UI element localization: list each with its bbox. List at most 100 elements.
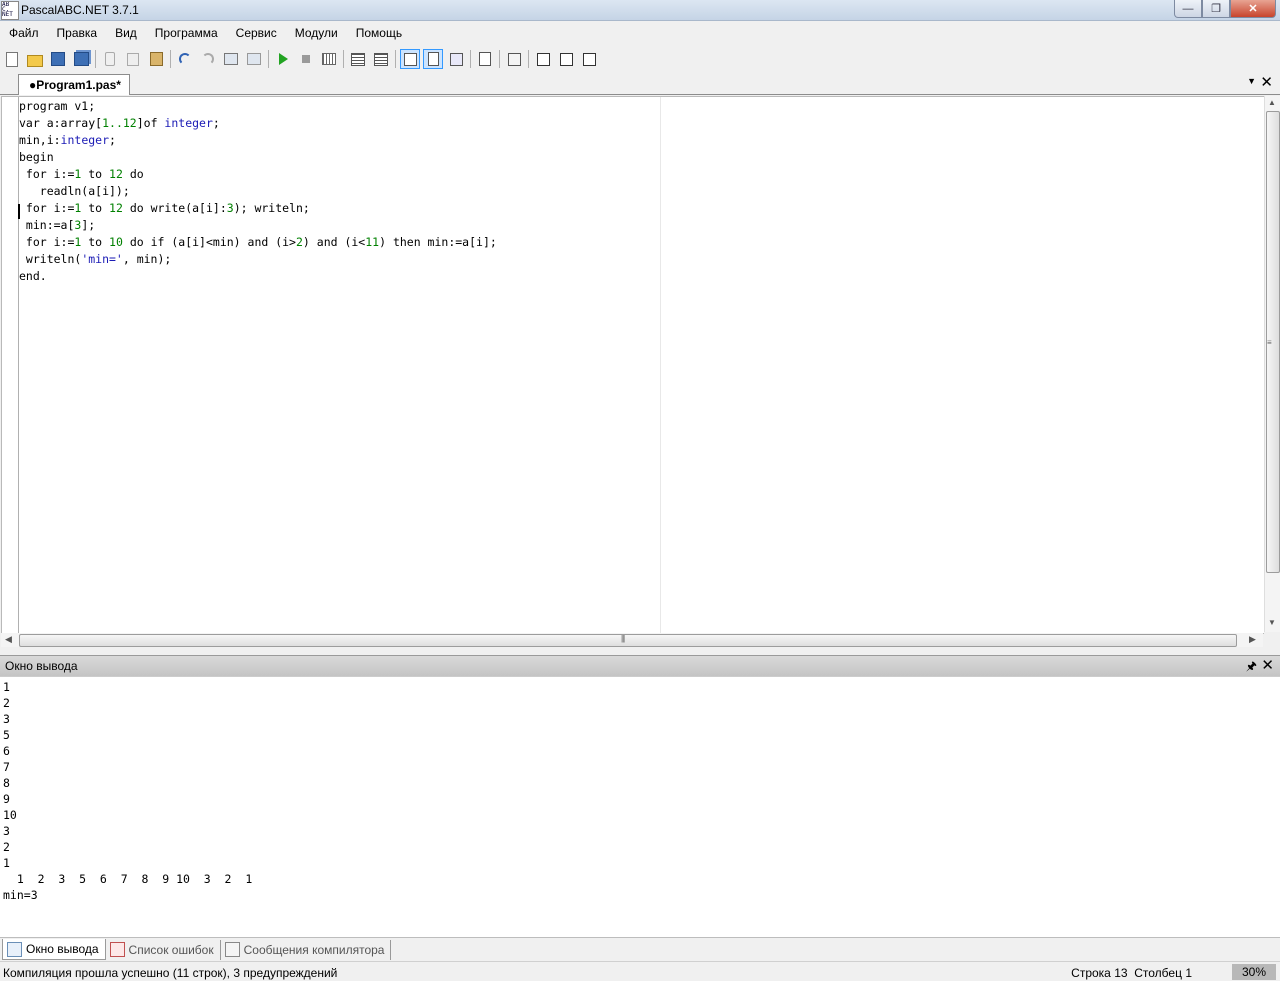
toolbar-separator <box>499 50 500 68</box>
menu-bar: Файл Правка Вид Программа Сервис Модули … <box>0 21 1280 45</box>
output-text: 1 2 3 5 6 7 8 9 10 3 2 1 1 2 3 5 6 7 8 9… <box>3 680 253 902</box>
code-token: begin <box>19 150 54 164</box>
code-token: ]; <box>81 218 96 232</box>
code-token: to <box>81 201 110 215</box>
tab-list-dropdown-icon[interactable]: ▼ <box>1247 76 1256 86</box>
menu-file[interactable]: Файл <box>3 26 48 40</box>
new-file-button[interactable] <box>2 49 22 69</box>
debug-button[interactable] <box>319 49 339 69</box>
run-button[interactable] <box>273 49 293 69</box>
menu-modules[interactable]: Модули <box>289 26 347 40</box>
window-title: PascalABC.NET 3.7.1 <box>21 3 139 17</box>
undo-button[interactable] <box>175 49 195 69</box>
pin-icon[interactable]: 🖈 <box>1246 657 1257 678</box>
code-token: readln(a[i]); <box>19 184 130 198</box>
format-code-button[interactable] <box>446 49 466 69</box>
output-window[interactable]: 1 2 3 5 6 7 8 9 10 3 2 1 1 2 3 5 6 7 8 9… <box>0 676 1280 937</box>
code-line: for i:=1 to 10 do if (a[i]<min) and (i>2… <box>19 234 497 251</box>
tab-program1[interactable]: ●Program1.pas* <box>18 74 130 95</box>
code-line: min:=a[3]; <box>19 217 497 234</box>
editor-gutter <box>2 97 19 633</box>
menu-view[interactable]: Вид <box>109 26 146 40</box>
toolbar-separator <box>170 50 171 68</box>
app-icon: AB C. NET <box>1 1 19 20</box>
code-line: begin <box>19 149 497 166</box>
editor-vertical-scrollbar[interactable]: ▲ ≡ ▼ <box>1264 96 1280 632</box>
cut-icon <box>105 52 115 66</box>
close-tab-icon[interactable]: ✕ <box>1260 73 1273 91</box>
close-panel-icon[interactable]: ✕ <box>1261 656 1274 674</box>
tab-compiler-messages[interactable]: Сообщения компилятора <box>221 939 392 960</box>
copy-button[interactable] <box>123 49 143 69</box>
redo-button[interactable] <box>198 49 218 69</box>
tab-output-window[interactable]: Окно вывода <box>2 939 106 960</box>
save-all-icon <box>73 52 89 66</box>
title-bar: AB C. NET PascalABC.NET 3.7.1 — ❐ ✕ <box>0 0 1280 21</box>
run-icon <box>278 53 288 65</box>
cut-button[interactable] <box>100 49 120 69</box>
menu-edit[interactable]: Правка <box>51 26 107 40</box>
output-panel-header: Окно вывода 🖈 ✕ <box>0 655 1280 676</box>
output-window-icon <box>427 52 439 66</box>
format-code-icon <box>449 52 463 66</box>
code-token: 1..12 <box>102 116 137 130</box>
tab-error-list-label: Список ошибок <box>128 942 214 957</box>
bottom-tabs: Окно вывода Список ошибок Сообщения комп… <box>0 937 1280 961</box>
tools-3-button[interactable] <box>579 49 599 69</box>
code-text[interactable]: program v1; var a:array[1..12]of integer;… <box>19 98 497 319</box>
zoom-level[interactable]: 30% <box>1232 964 1276 980</box>
toolbar-separator <box>528 50 529 68</box>
menu-service[interactable]: Сервис <box>230 26 286 40</box>
tools-2-button[interactable] <box>556 49 576 69</box>
code-token: var a:array[ <box>19 116 103 130</box>
text-caret <box>18 204 20 219</box>
code-token: writeln( <box>19 252 82 266</box>
close-icon: ✕ <box>1248 3 1258 15</box>
code-token: 12 <box>109 201 123 215</box>
code-token: program v1; <box>19 99 96 113</box>
scroll-up-icon[interactable]: ▲ <box>1268 98 1276 107</box>
output-panel-title: Окно вывода <box>5 659 78 673</box>
code-line: for i:=1 to 12 do write(a[i]:3); writeln… <box>19 200 497 217</box>
column-value: 1 <box>1185 966 1192 980</box>
code-token: 11 <box>365 235 380 249</box>
new-file-icon <box>6 51 18 67</box>
code-token: do write(a[i]: <box>122 201 227 215</box>
scroll-left-icon[interactable]: ◀ <box>5 634 12 645</box>
code-token: 2 <box>295 235 303 249</box>
menu-program[interactable]: Программа <box>149 26 227 40</box>
step-over-button[interactable] <box>348 49 368 69</box>
save-all-button[interactable] <box>71 49 91 69</box>
maximize-button[interactable]: ❐ <box>1202 0 1230 18</box>
step-into-button[interactable] <box>371 49 391 69</box>
paste-icon <box>149 52 163 66</box>
nav-forward-button[interactable] <box>244 49 264 69</box>
tools-1-button[interactable] <box>533 49 553 69</box>
close-window-button[interactable]: ✕ <box>1230 0 1276 18</box>
scroll-down-icon[interactable]: ▼ <box>1268 618 1276 627</box>
compile-all-button[interactable] <box>504 49 524 69</box>
horizontal-scroll-thumb[interactable] <box>19 634 1237 647</box>
scroll-right-icon[interactable]: ▶ <box>1249 634 1256 645</box>
menu-help[interactable]: Помощь <box>350 26 411 40</box>
nav-back-button[interactable] <box>221 49 241 69</box>
stop-button[interactable] <box>296 49 316 69</box>
code-line: readln(a[i]); <box>19 183 497 200</box>
code-line: program v1; <box>19 98 497 115</box>
code-editor[interactable]: program v1; var a:array[1..12]of integer;… <box>1 96 1264 634</box>
save-button[interactable] <box>48 49 68 69</box>
stop-icon <box>302 55 310 63</box>
add-watch-button[interactable] <box>475 49 495 69</box>
paste-button[interactable] <box>146 49 166 69</box>
window-controls: — ❐ ✕ <box>1174 0 1276 18</box>
code-line: for i:=1 to 12 do <box>19 166 497 183</box>
minimize-button[interactable]: — <box>1174 0 1202 18</box>
output-console-button[interactable] <box>400 49 420 69</box>
tab-error-list[interactable]: Список ошибок <box>106 939 221 960</box>
open-file-button[interactable] <box>25 49 45 69</box>
nav-back-icon <box>224 53 238 65</box>
tools-2-icon <box>559 52 573 66</box>
editor-horizontal-scrollbar[interactable]: ◀ ||| ▶ <box>1 633 1263 647</box>
code-token: 'min=' <box>81 252 123 266</box>
output-window-button[interactable] <box>423 49 443 69</box>
